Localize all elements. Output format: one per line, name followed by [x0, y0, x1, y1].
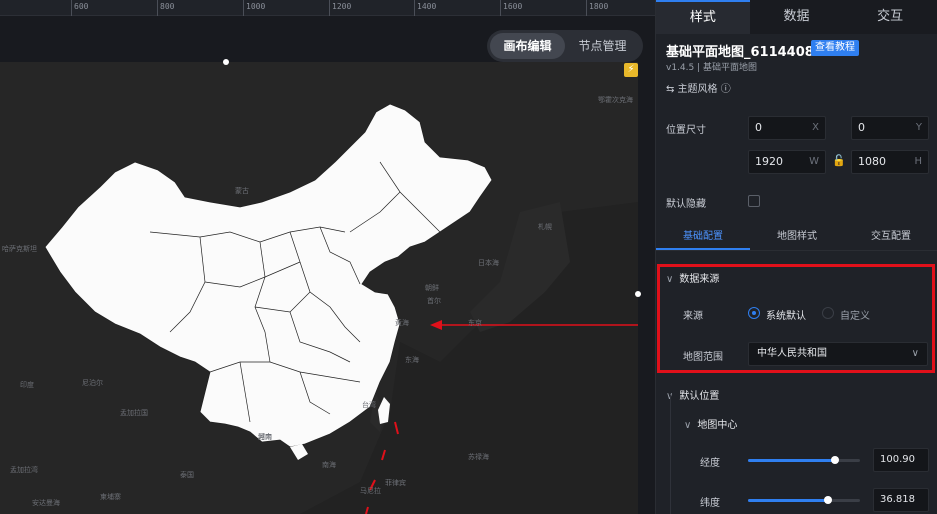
default-hidden-checkbox[interactable]: [748, 195, 760, 207]
longitude-input[interactable]: 100.90: [873, 448, 929, 472]
map-label-taiwan: 台湾: [362, 401, 376, 409]
map-label-nepal: 尼泊尔: [82, 379, 103, 387]
map-label-mongolia: 蒙古: [235, 187, 249, 195]
map-label-bangladesh: 孟加拉国: [120, 409, 148, 417]
tab-node-manage[interactable]: 节点管理: [565, 33, 640, 59]
chevron-down-icon: ∨: [684, 420, 692, 431]
width-input[interactable]: 1920 W: [748, 150, 826, 174]
y-input[interactable]: 0Y: [851, 116, 929, 140]
ruler-label: 1600: [503, 2, 523, 11]
property-panel: 样式 数据 交互 基础平面地图_61144082 查看教程 v1.4.5 | 基…: [655, 0, 937, 514]
map-label-japan-sea: 日本海: [478, 259, 499, 267]
map-label-korea: 朝鲜: [425, 284, 439, 292]
ruler-label: 1000: [246, 2, 266, 11]
latitude-slider-fill: [748, 499, 828, 502]
section-indent-line: [670, 395, 671, 514]
tab-style[interactable]: 样式: [656, 0, 750, 34]
longitude-slider-fill: [748, 459, 836, 462]
map-label-hanoi: 河内: [258, 433, 272, 441]
map-label-india: 印度: [20, 381, 34, 389]
x-input[interactable]: 0X: [748, 116, 826, 140]
ruler-label: 800: [160, 2, 175, 11]
lightning-icon[interactable]: ⚡: [624, 63, 638, 77]
ruler-label: 1400: [417, 2, 437, 11]
lock-icon[interactable]: 🔓: [832, 154, 846, 167]
map-label-tokyo: 东京: [468, 319, 482, 327]
china-map[interactable]: [0, 62, 638, 514]
map-label-manila: 马尼拉: [360, 487, 381, 495]
mode-switcher: 画布编辑 节点管理: [487, 30, 643, 62]
map-label-philippines: 菲律宾: [385, 479, 406, 487]
map-label-sapporo: 札幌: [538, 223, 552, 231]
horizontal-ruler: 600 800 1000 1200 1400 1600 1800: [0, 0, 655, 16]
height-input[interactable]: 1080 H: [851, 150, 929, 174]
tab-map-style[interactable]: 地图样式: [750, 223, 844, 250]
latitude-input[interactable]: 36.818: [873, 488, 929, 512]
resize-handle-top[interactable]: [223, 59, 229, 65]
map-label-south-sea: 南海: [322, 461, 336, 469]
ruler-label: 600: [74, 2, 89, 11]
resize-handle-right[interactable]: [635, 291, 641, 297]
theme-style-link[interactable]: ⇆ 主题风格 ⓘ: [666, 80, 731, 95]
tab-basic-config[interactable]: 基础配置: [656, 223, 750, 250]
map-label-thailand: 泰国: [180, 471, 194, 479]
component-version: v1.4.5 | 基础平面地图: [666, 63, 757, 73]
position-size-label: 位置尺寸: [666, 125, 706, 136]
tab-data[interactable]: 数据: [750, 0, 844, 34]
longitude-slider-knob[interactable]: [831, 456, 840, 464]
ruler-label: 1200: [332, 2, 352, 11]
latitude-label: 纬度: [700, 498, 720, 509]
component-title: 基础平面地图_61144082: [666, 45, 823, 60]
map-center-section-header[interactable]: ∨ 地图中心: [684, 416, 737, 431]
latitude-slider[interactable]: [748, 496, 860, 504]
default-hidden-label: 默认隐藏: [666, 199, 706, 210]
longitude-slider[interactable]: [748, 456, 860, 464]
latitude-slider-knob[interactable]: [823, 496, 832, 504]
default-position-section-header[interactable]: ∨默认位置: [666, 387, 719, 402]
tab-canvas-edit[interactable]: 画布编辑: [490, 33, 565, 59]
config-sub-tabs: 基础配置 地图样式 交互配置: [656, 223, 937, 251]
data-source-highlight-box: [657, 264, 935, 373]
longitude-label: 经度: [700, 458, 720, 469]
map-label-yellow-sea: 黄海: [395, 319, 409, 327]
map-label-east-sea: 东海: [405, 356, 419, 364]
tab-interaction-config[interactable]: 交互配置: [844, 223, 937, 250]
ruler-label: 1800: [589, 2, 609, 11]
view-tutorial-button[interactable]: 查看教程: [811, 40, 859, 56]
tab-interaction[interactable]: 交互: [843, 0, 937, 34]
map-label-sulu-sea: 苏禄海: [468, 453, 489, 461]
panel-tabs: 样式 数据 交互: [656, 0, 937, 34]
map-label-seoul: 首尔: [427, 297, 441, 305]
map-label-cambodia: 柬埔寨: [100, 493, 121, 501]
map-label-kazakhstan: 哈萨克斯坦: [2, 245, 37, 253]
map-label-andaman: 安达曼海: [32, 499, 60, 507]
map-label-okhotsk: 鄂霍次克海: [598, 96, 633, 104]
map-label-bengal: 孟加拉湾: [10, 466, 38, 474]
canvas-area[interactable]: 600 800 1000 1200 1400 1600 1800 蒙古 鄂霍次克…: [0, 0, 655, 514]
